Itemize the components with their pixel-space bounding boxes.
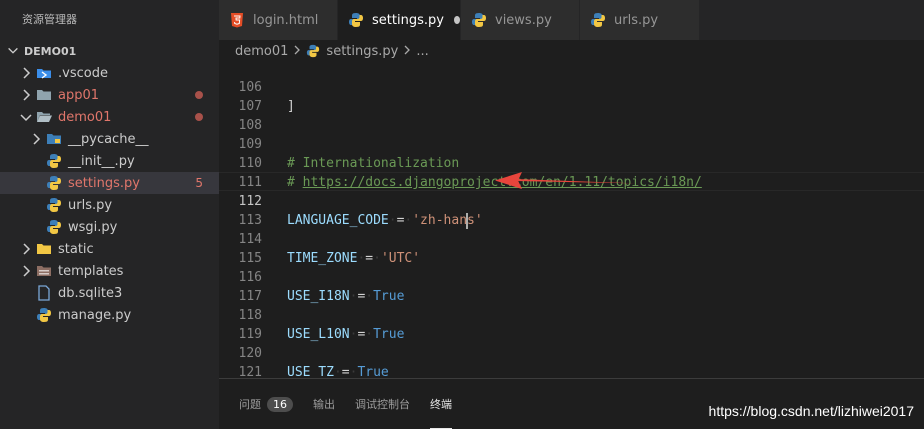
- tree-item-init-py[interactable]: __init__.py: [0, 150, 219, 172]
- panel-tab-label: 终端: [430, 397, 452, 411]
- problem-count-badge: 5: [195, 176, 203, 190]
- editor-tab-bar: login.html settings.py views.py urls.py: [219, 0, 924, 40]
- python-file-icon: [46, 219, 62, 235]
- tree-item-label: __init__.py: [68, 153, 135, 169]
- tree-item-label: __pycache__: [68, 131, 149, 147]
- python-file-icon: [46, 153, 62, 169]
- chevron-right-icon: [292, 44, 302, 59]
- python-file-icon: [36, 307, 52, 323]
- tab-settings-py[interactable]: settings.py: [338, 0, 461, 40]
- code-line[interactable]: 110 # https://docs.djangoproject.com/en/…: [219, 135, 924, 190]
- code-line[interactable]: 114 TIME_ZONE·=·'UTC': [219, 211, 924, 266]
- project-name: DEMO01: [24, 44, 77, 58]
- unsaved-dot-icon[interactable]: [453, 16, 460, 24]
- html-file-icon: [229, 12, 245, 28]
- tree-item-wsgi-py[interactable]: wsgi.py: [0, 216, 219, 238]
- code-line[interactable]: 111: [219, 154, 924, 190]
- chevron-right-icon: [18, 87, 34, 103]
- python-file-icon: [471, 12, 487, 28]
- chevron-right-icon: [18, 65, 34, 81]
- panel-tab-output[interactable]: 输出: [313, 379, 335, 429]
- modified-dot: [195, 91, 203, 99]
- folder-icon: [36, 87, 52, 103]
- tab-label: settings.py: [372, 12, 444, 28]
- tree-item-label: static: [58, 241, 94, 257]
- tree-item-static[interactable]: static: [0, 238, 219, 260]
- code-line[interactable]: 121: [219, 344, 924, 378]
- tree-item-label: templates: [58, 263, 124, 279]
- tab-label: urls.py: [614, 12, 659, 28]
- panel-tab-label: 问题: [239, 398, 261, 411]
- tree-item-vscode[interactable]: .vscode: [0, 62, 219, 84]
- breadcrumb-file[interactable]: settings.py: [326, 44, 398, 59]
- tree-item-label: wsgi.py: [68, 219, 118, 235]
- tab-login-html[interactable]: login.html: [219, 0, 338, 40]
- chevron-right-icon: [28, 131, 44, 147]
- watermark-text: https://blog.csdn.net/lizhiwei2017: [708, 403, 914, 419]
- code-editor[interactable]: 106 ] 107 108 109 # Internationalization…: [219, 62, 924, 378]
- tree-item-db-sqlite3[interactable]: db.sqlite3: [0, 282, 219, 304]
- tab-views-py[interactable]: views.py: [461, 0, 580, 40]
- explorer-sidebar: 资源管理器 DEMO01 .vscode app01 demo01 __pyca…: [0, 0, 219, 429]
- tree-item-label: app01: [58, 87, 100, 103]
- tree-item-demo01[interactable]: demo01: [0, 106, 219, 128]
- code-line[interactable]: 108: [219, 97, 924, 133]
- code-line[interactable]: 120 USE_TZ·=·True: [219, 325, 924, 378]
- tab-label: views.py: [495, 12, 552, 28]
- code-line[interactable]: 119: [219, 306, 924, 342]
- chevron-right-icon: [18, 241, 34, 257]
- tree-item-urls-py[interactable]: urls.py: [0, 194, 219, 216]
- code-line[interactable]: 109 # Internationalization: [219, 116, 924, 171]
- code-line[interactable]: 122: [219, 363, 924, 378]
- code-line[interactable]: 117: [219, 268, 924, 304]
- code-line[interactable]: 107: [219, 78, 924, 114]
- code-line[interactable]: 113: [219, 192, 924, 228]
- python-file-icon: [590, 12, 606, 28]
- tree-item-label: demo01: [58, 109, 112, 125]
- python-file-icon: [46, 197, 62, 213]
- tree-item-pycache[interactable]: __pycache__: [0, 128, 219, 150]
- templates-folder-icon: [36, 263, 52, 279]
- panel-tab-debug-console[interactable]: 调试控制台: [355, 379, 410, 429]
- chevron-right-icon: [18, 263, 34, 279]
- tree-item-label: manage.py: [58, 307, 132, 323]
- panel-tab-terminal[interactable]: 终端: [430, 379, 452, 429]
- panel-tab-problems[interactable]: 问题 16: [239, 379, 293, 429]
- folder-icon: [36, 241, 52, 257]
- breadcrumb-more[interactable]: ...: [416, 44, 428, 59]
- code-line[interactable]: 118 USE_L10N·=·True: [219, 287, 924, 342]
- panel-tab-label: 输出: [313, 398, 335, 411]
- vscode-folder-icon: [36, 65, 52, 81]
- code-line[interactable]: 116 USE_I18N·=·True: [219, 249, 924, 304]
- tree-item-label: settings.py: [68, 175, 140, 191]
- tree-item-settings-py[interactable]: settings.py 5: [0, 172, 219, 194]
- chevron-down-icon: [8, 47, 18, 54]
- explorer-title: 资源管理器: [22, 13, 77, 26]
- folder-open-icon: [36, 109, 52, 125]
- tab-label: login.html: [253, 12, 319, 28]
- code-line-current[interactable]: 112 LANGUAGE_CODE·=·'zh-hans': [219, 172, 924, 229]
- tab-urls-py[interactable]: urls.py: [580, 0, 700, 40]
- tree-item-manage-py[interactable]: manage.py: [0, 304, 219, 326]
- tree-item-templates[interactable]: templates: [0, 260, 219, 282]
- tree-item-app01[interactable]: app01: [0, 84, 219, 106]
- tree-item-label: urls.py: [68, 197, 113, 213]
- tree-item-label: .vscode: [58, 65, 108, 81]
- problems-count-badge: 16: [267, 396, 293, 412]
- python-file-icon: [306, 44, 320, 58]
- tree-item-label: db.sqlite3: [58, 285, 123, 301]
- breadcrumb-folder[interactable]: demo01: [235, 44, 288, 59]
- python-file-icon: [348, 12, 364, 28]
- modified-dot: [195, 113, 203, 121]
- project-section-header[interactable]: DEMO01: [0, 40, 219, 62]
- chevron-right-icon: [402, 44, 412, 59]
- panel-tab-label: 调试控制台: [355, 398, 410, 411]
- file-icon: [36, 285, 52, 301]
- breadcrumb: demo01 settings.py ...: [219, 40, 924, 62]
- chevron-down-icon: [18, 109, 34, 125]
- python-file-icon: [46, 175, 62, 191]
- code-line[interactable]: 106 ]: [219, 62, 924, 114]
- pycache-folder-icon: [46, 131, 62, 147]
- code-line[interactable]: 115: [219, 230, 924, 266]
